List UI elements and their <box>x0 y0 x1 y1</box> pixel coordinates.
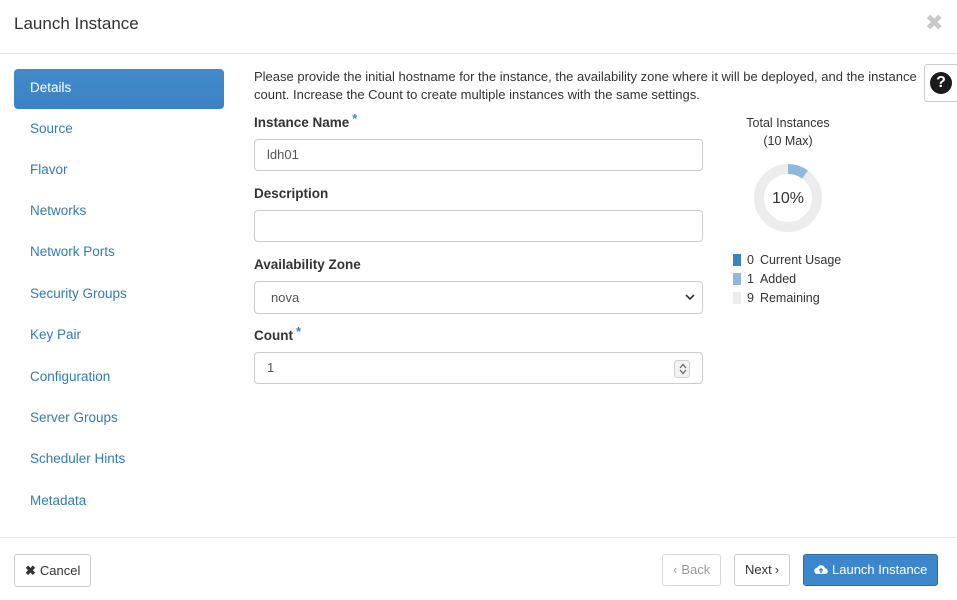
legend-label: Added <box>759 272 797 286</box>
cloud-upload-icon <box>814 565 828 575</box>
required-mark: * <box>352 111 358 126</box>
legend-count: 1 <box>747 272 754 286</box>
quota-percent: 10% <box>772 190 804 207</box>
next-label: Next <box>745 562 772 577</box>
legend-remaining: 9 Remaining <box>733 290 820 306</box>
cancel-label: Cancel <box>39 562 81 578</box>
availability-zone-value: nova <box>271 290 300 305</box>
back-button[interactable]: ‹ Back <box>662 554 722 586</box>
availability-zone-select[interactable]: nova <box>254 281 703 314</box>
legend-label: Remaining <box>759 291 820 305</box>
close-icon: ✖ <box>25 562 36 578</box>
chevron-down-icon <box>685 294 695 301</box>
nav-item-network-ports[interactable]: Network Ports <box>14 233 224 273</box>
required-mark: * <box>295 324 302 339</box>
question-icon: ? <box>930 72 952 94</box>
donut-added-segment <box>787 164 808 179</box>
modal-title: Launch Instance <box>14 14 139 33</box>
modal-footer: ✖ Cancel ‹ Back Next › Launch Instance <box>0 537 957 600</box>
count-value: 1 <box>267 360 275 375</box>
cancel-button[interactable]: ✖ Cancel <box>14 554 92 587</box>
legend-added: 1 Added <box>733 271 796 287</box>
launch-instance-button[interactable]: Launch Instance <box>803 554 939 586</box>
nav-item-networks[interactable]: Networks <box>14 192 224 232</box>
nav-item-details[interactable]: Details <box>14 69 224 109</box>
count-label: Count * <box>254 324 301 343</box>
nav-item-configuration[interactable]: Configuration <box>14 358 224 398</box>
quota-donut: 10% <box>754 164 822 232</box>
description-label: Description <box>254 186 329 201</box>
instance-name-label: Instance Name * <box>254 111 357 130</box>
help-button[interactable]: ? <box>924 64 957 102</box>
legend-label: Current Usage <box>759 253 842 267</box>
instance-name-label-text: Instance Name <box>254 115 350 130</box>
description-input[interactable] <box>254 210 703 242</box>
count-label-text: Count <box>254 328 293 343</box>
count-stepper[interactable] <box>674 360 690 378</box>
instance-name-input[interactable]: ldh01 <box>254 139 703 171</box>
legend-swatch <box>733 254 741 266</box>
modal-header: Launch Instance ✖ <box>0 0 957 54</box>
nav-item-server-groups[interactable]: Server Groups <box>14 399 224 439</box>
legend-count: 9 <box>747 291 754 305</box>
close-icon[interactable]: ✖ <box>925 12 943 34</box>
chevron-down-icon[interactable] <box>679 369 687 375</box>
legend-current-usage: 0 Current Usage <box>733 252 841 268</box>
next-button[interactable]: Next › <box>734 554 791 586</box>
help-text: Please provide the initial hostname for … <box>254 69 917 102</box>
nav-item-source[interactable]: Source <box>14 110 224 150</box>
availability-zone-label: Availability Zone <box>254 257 361 272</box>
legend-swatch <box>733 273 741 285</box>
legend-swatch <box>733 292 741 304</box>
nav-item-metadata[interactable]: Metadata <box>14 482 224 522</box>
count-input[interactable]: 1 <box>254 352 703 384</box>
nav-item-flavor[interactable]: Flavor <box>14 151 224 191</box>
quota-max: (10 Max) <box>763 134 813 148</box>
back-label: Back <box>681 562 711 577</box>
chevron-left-icon: ‹ <box>673 562 678 577</box>
launch-label: Launch Instance <box>832 562 928 577</box>
chevron-right-icon: › <box>774 562 780 577</box>
nav-item-key-pair[interactable]: Key Pair <box>14 316 224 356</box>
nav-item-scheduler-hints[interactable]: Scheduler Hints <box>14 440 224 480</box>
legend-count: 0 <box>747 253 754 267</box>
nav-item-security-groups[interactable]: Security Groups <box>14 275 224 315</box>
quota-title: Total Instances <box>746 116 830 130</box>
